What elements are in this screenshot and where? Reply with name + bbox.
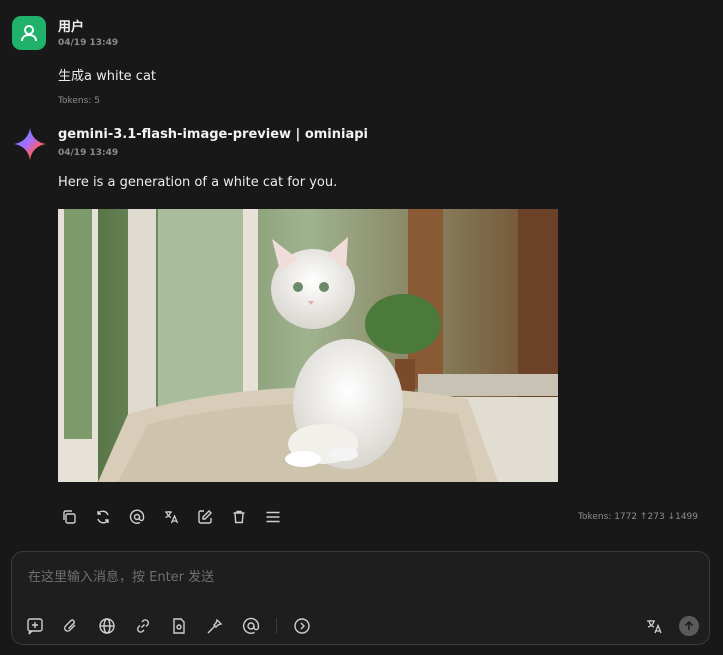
- white-cat-image: [58, 209, 558, 482]
- ai-time: 04/19 13:49: [58, 148, 119, 158]
- new-topic-icon[interactable]: [24, 615, 46, 637]
- delete-icon[interactable]: [228, 506, 250, 528]
- gemini-sparkle-icon: [14, 128, 46, 160]
- user-avatar: [12, 16, 46, 50]
- menu-icon[interactable]: [262, 506, 284, 528]
- mention-icon[interactable]: [240, 615, 262, 637]
- tools-icon[interactable]: [204, 615, 226, 637]
- generated-image[interactable]: [58, 209, 558, 482]
- send-icon: [684, 620, 694, 630]
- message-composer: [11, 551, 710, 645]
- translate-icon[interactable]: [643, 615, 665, 637]
- user-message-text: 生成a white cat: [58, 69, 157, 84]
- message-actions: [58, 506, 284, 528]
- edit-icon[interactable]: [194, 506, 216, 528]
- ai-message-text: Here is a generation of a white cat for …: [58, 175, 338, 190]
- ai-model-name: gemini-3.1-flash-image-preview | ominiap…: [58, 127, 369, 142]
- knowledge-icon[interactable]: [168, 615, 190, 637]
- composer-tools: [24, 615, 313, 637]
- composer-right-tools: [643, 615, 699, 637]
- attachment-icon[interactable]: [60, 615, 82, 637]
- gemini-avatar: [12, 126, 48, 162]
- message-input[interactable]: [26, 566, 690, 588]
- link-icon[interactable]: [132, 615, 154, 637]
- copy-icon[interactable]: [58, 506, 80, 528]
- mention-icon[interactable]: [126, 506, 148, 528]
- regenerate-icon[interactable]: [92, 506, 114, 528]
- user-icon: [21, 25, 37, 42]
- user-time: 04/19 13:49: [58, 38, 119, 48]
- user-tokens: Tokens: 5: [58, 96, 100, 106]
- more-icon[interactable]: [291, 615, 313, 637]
- ai-tokens: Tokens: 1772 ↑273 ↓1499: [578, 512, 698, 522]
- user-name: 用户: [58, 20, 85, 35]
- toolbar-divider: [276, 618, 277, 634]
- web-search-icon[interactable]: [96, 615, 118, 637]
- send-button[interactable]: [679, 616, 699, 636]
- translate-icon[interactable]: [160, 506, 182, 528]
